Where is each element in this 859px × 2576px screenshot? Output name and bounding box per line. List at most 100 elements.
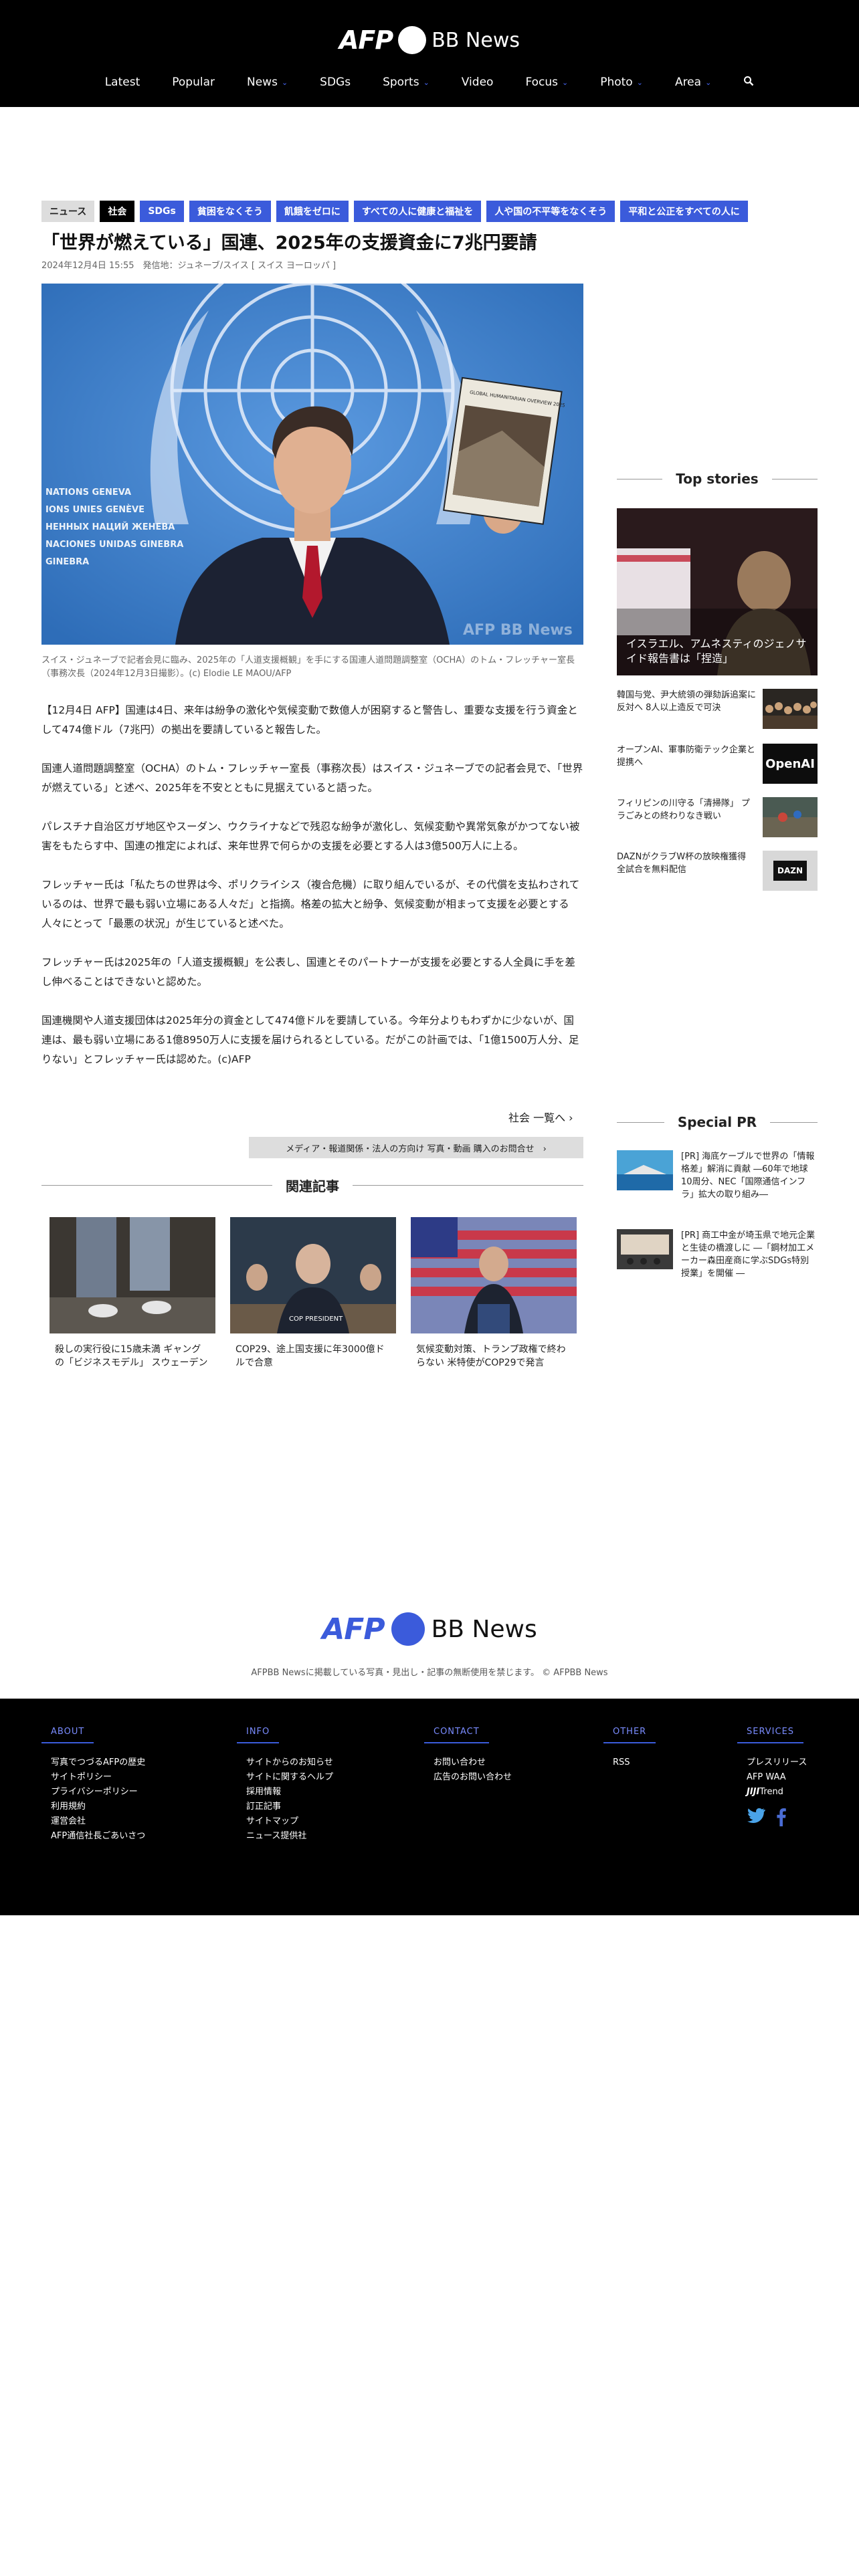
nav-item-focus[interactable]: Focus ⌄ (509, 76, 584, 89)
top-story-hero[interactable]: イスラエル、アムネスティのジェノサイド報告書は「捏造」 (617, 508, 818, 675)
footer-link[interactable]: AFP WAA (747, 1770, 807, 1785)
river-photo-icon (763, 797, 818, 837)
article-body: 【12月4日 AFP】国連は4日、来年は紛争の激化や気候変動で数億人が困窮すると… (41, 701, 583, 1089)
footer-link[interactable]: 利用規約 (51, 1800, 145, 1814)
footer-col-heading: SERVICES (737, 1727, 804, 1743)
footer-link-rss[interactable]: RSS (613, 1755, 656, 1770)
related-card[interactable]: 殺しの実行役に15歳未満 ギャングの「ビジネスモデル」 スウェーデン (50, 1217, 215, 1370)
nav-label: Video (461, 76, 494, 89)
top-story-item[interactable]: オープンAI、軍事防衛テック企業と提携へ OpenAI (617, 744, 818, 786)
nav-item-area[interactable]: Area ⌄ (659, 76, 727, 89)
article-tags: ニュース 社会 SDGs 貧困をなくそう 飢餓をゼロに すべての人に健康と福祉を… (41, 201, 748, 222)
article-hero-photo: NATIONS GENEVA IONS UNIES GENÈVE НЕННЫХ … (41, 284, 583, 645)
top-story-item[interactable]: DAZNがクラブW杯の放映権獲得 全試合を無料配信 DAZN (617, 851, 818, 893)
photo-purchase-banner[interactable]: メディア・報道関係・法人の方向け 写真・動画 購入のお問合せ › (249, 1137, 583, 1158)
footer-logo-afp-text: AFP (322, 1612, 385, 1646)
tag-sdg-inequality[interactable]: 人や国の不平等をなくそう (486, 201, 615, 222)
nav-label: Latest (104, 76, 140, 89)
footer-link[interactable]: 訂正記事 (246, 1800, 333, 1814)
top-story-item[interactable]: 韓国与党、尹大統領の弾劾訴追案に反対へ 8人以上造反で可決 (617, 689, 818, 732)
tag-sdg-no-poverty[interactable]: 貧困をなくそう (189, 201, 271, 222)
nav-label: Area (674, 76, 702, 89)
nav-item-photo[interactable]: Photo ⌄ (584, 76, 659, 89)
nav-item-popular[interactable]: Popular (156, 76, 231, 89)
tag-sdgs[interactable]: SDGs (140, 201, 184, 222)
hero-text-line: GINEBRA (45, 557, 89, 567)
tag-news[interactable]: ニュース (41, 201, 95, 222)
hero-text-line: NACIONES UNIDAS GINEBRA (45, 540, 183, 550)
society-list-link[interactable]: 社会 一覧へ › (508, 1109, 573, 1125)
divider (353, 1185, 583, 1186)
footer-col-heading: OTHER (603, 1727, 656, 1743)
related-card-title: 気候変動対策、トランプ政権で終わらない 米特使がCOP29で発言 (416, 1344, 566, 1368)
footer-link[interactable]: 運営会社 (51, 1814, 145, 1829)
facebook-icon[interactable] (775, 1808, 787, 1829)
social-links (737, 1808, 807, 1829)
article-paragraph: 国連機関や人道支援団体は2025年分の資金として474億ドルを要請している。今年… (41, 1014, 579, 1065)
footer-link[interactable]: プレスリリース (747, 1755, 807, 1770)
footer-link[interactable]: 採用情報 (246, 1785, 333, 1800)
footer-link[interactable]: プライバシーポリシー (51, 1785, 145, 1800)
footer-link[interactable]: AFP通信社長ごあいさつ (51, 1829, 145, 1844)
footer-link[interactable]: サイトマップ (246, 1814, 333, 1829)
footer-col-heading: INFO (237, 1727, 280, 1743)
tag-sdg-zero-hunger[interactable]: 飢餓をゼロに (276, 201, 349, 222)
hero-text-line: IONS UNIES GENÈVE (45, 504, 145, 515)
footer-link[interactable]: 広告のお問い合わせ (434, 1770, 512, 1785)
tag-sdg-peace[interactable]: 平和と公正をすべての人に (620, 201, 748, 222)
search-icon[interactable] (727, 76, 770, 90)
article-paragraph: パレスチナ自治区ガザ地区やスーダン、ウクライナなどで残忍な紛争が激化し、気候変動… (41, 821, 580, 852)
article-paragraph: 国連人道問題調整室（OCHA）のトム・フレッチャー室長（事務次長）はスイス・ジュ… (41, 762, 583, 794)
hero-text-line: NATIONS GENEVA (45, 488, 131, 498)
footer-logo-bbnews-text: BB News (431, 1615, 537, 1643)
footer-link[interactable]: サイトに関するヘルプ (246, 1770, 333, 1785)
related-card-title: 殺しの実行役に15歳未満 ギャングの「ビジネスモデル」 スウェーデン (55, 1344, 208, 1368)
related-title-text: 関連記事 (286, 1178, 339, 1194)
footer-logo[interactable]: AFP BB News (0, 1610, 859, 1648)
footer-link[interactable]: 写真でつづるAFPの歴史 (51, 1755, 145, 1770)
top-story-title: DAZNがクラブW杯の放映権獲得 全試合を無料配信 (617, 852, 747, 875)
article-meta: 2024年12月4日 15:55 発信地：ジュネーブ/スイス [ スイス ヨーロ… (41, 261, 337, 271)
footer-col-other: OTHER RSS (603, 1724, 656, 1770)
tag-society[interactable]: 社会 (100, 201, 135, 222)
chevron-down-icon: ⌄ (562, 78, 569, 87)
tag-sdg-health[interactable]: すべての人に健康と福祉を (353, 201, 482, 222)
copyright-notice: AFPBB Newsに掲載している写真・見出し・記事の無断使用を禁じます。 © … (251, 1668, 608, 1678)
nav-item-news[interactable]: News ⌄ (231, 76, 304, 89)
nav-item-sdgs[interactable]: SDGs (304, 76, 367, 89)
nav-item-video[interactable]: Video (446, 76, 510, 89)
nav-item-latest[interactable]: Latest (89, 76, 157, 89)
photo-watermark: AFP BB News (463, 622, 573, 639)
footer-link[interactable]: お問い合わせ (434, 1755, 512, 1770)
special-pr-title: Special PR (677, 1114, 757, 1130)
chevron-down-icon: ⌄ (636, 78, 643, 87)
article-title: 「世界が燃えている」国連、2025年の支援資金に7兆円要請 (41, 233, 537, 253)
footer-link[interactable]: サイトポリシー (51, 1770, 145, 1785)
related-card[interactable]: COP PRESIDENT COP29、途上国支援に年3000億ドルで合意 (230, 1217, 396, 1370)
footer-col-contact: CONTACT お問い合わせ 広告のお問い合わせ (424, 1724, 512, 1785)
top-stories-title: Top stories (676, 471, 759, 487)
twitter-icon[interactable] (747, 1808, 765, 1829)
jiji-trend-logo[interactable]: JIJITrend (747, 1785, 807, 1800)
top-story-title: オープンAI、軍事防衛テック企業と提携へ (617, 745, 755, 768)
site-footer: ABOUT 写真でつづるAFPの歴史 サイトポリシー プライバシーポリシー 利用… (0, 1699, 859, 1915)
crowd-photo-icon (763, 689, 818, 729)
pr-item[interactable]: [PR] 商工中金が埼玉県で地元企業と生徒の橋渡しに ―「鋼材加工メーカー森田産… (617, 1229, 818, 1280)
footer-link[interactable]: サイトからのお知らせ (246, 1755, 333, 1770)
site-logo[interactable]: AFP BB News (0, 24, 859, 56)
nav-label: Sports (383, 76, 419, 89)
pr-item[interactable]: [PR] 海底ケーブルで世界の「情報格差」解消に貢献 ―60年で地球10周分、N… (617, 1150, 818, 1201)
footer-logo-circle-icon (391, 1612, 425, 1646)
related-card[interactable]: 気候変動対策、トランプ政権で終わらない 米特使がCOP29で発言 (411, 1217, 577, 1370)
footer-col-about: ABOUT 写真でつづるAFPの歴史 サイトポリシー プライバシーポリシー 利用… (41, 1724, 145, 1844)
footer-link[interactable]: ニュース提供社 (246, 1829, 333, 1844)
nav-label: Popular (172, 76, 215, 89)
jiji-trend-bold: JIJI (747, 1787, 760, 1797)
special-pr-heading: Special PR (617, 1114, 818, 1130)
related-photo-sign: COP PRESIDENT (289, 1315, 343, 1323)
top-story-hero-title: イスラエル、アムネスティのジェノサイド報告書は「捏造」 (626, 637, 807, 665)
logo-circle-icon (398, 26, 427, 54)
logo-bbnews-text: BB News (432, 28, 520, 52)
top-story-item[interactable]: フィリピンの川守る「清掃隊」 プラごみとの終わりなき戦い (617, 797, 818, 840)
nav-item-sports[interactable]: Sports ⌄ (367, 76, 446, 89)
